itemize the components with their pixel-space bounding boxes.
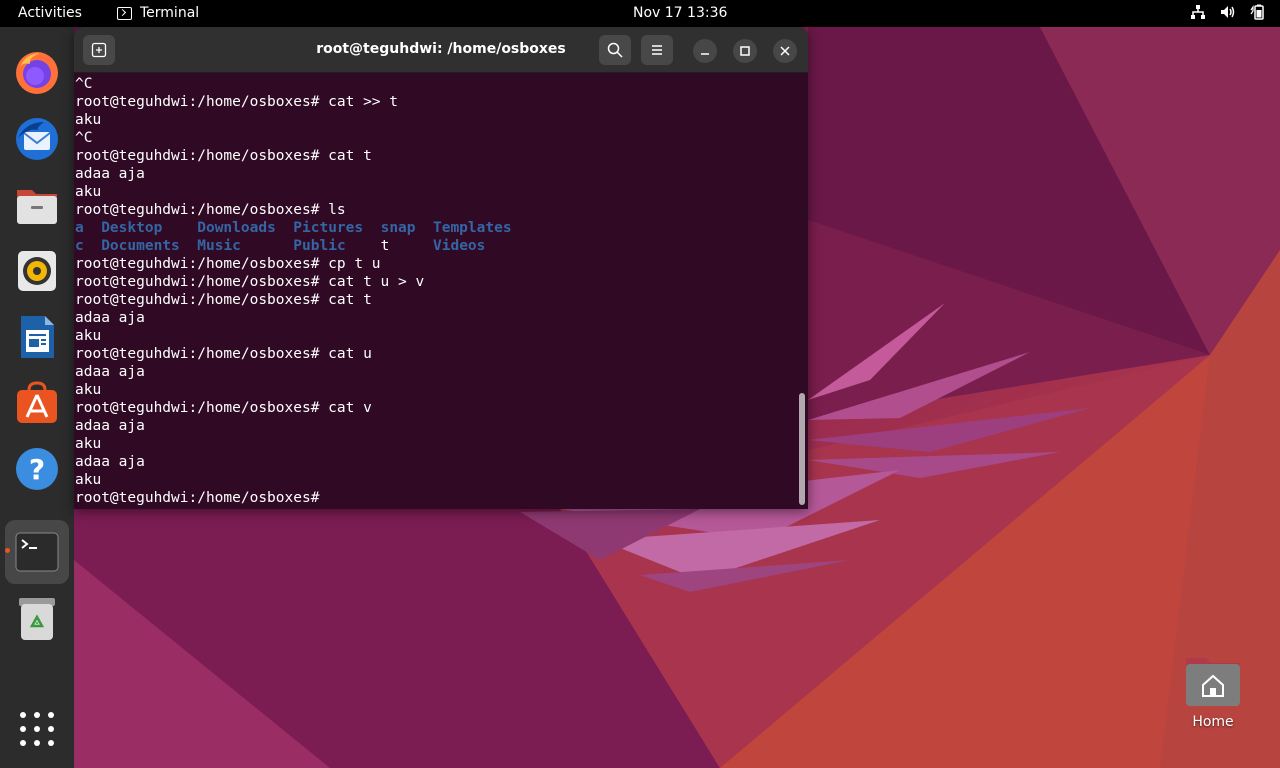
search-icon bbox=[607, 42, 623, 58]
dock: ? bbox=[0, 27, 74, 768]
files-icon[interactable] bbox=[14, 182, 60, 228]
maximize-button[interactable] bbox=[733, 39, 757, 63]
file-entry bbox=[180, 238, 197, 254]
search-button[interactable] bbox=[599, 35, 631, 65]
file-entry bbox=[162, 220, 197, 236]
thunderbird-icon[interactable] bbox=[14, 116, 60, 162]
app-menu[interactable]: Terminal bbox=[117, 5, 199, 21]
home-folder-desktop-icon[interactable]: Home bbox=[1176, 654, 1250, 740]
terminal-output-line: ^C bbox=[75, 130, 93, 146]
terminal-output-line: aku bbox=[75, 382, 102, 398]
help-icon[interactable]: ? bbox=[14, 446, 60, 492]
terminal-prompt-line: root@teguhdwi:/home/osboxes# cat v bbox=[75, 400, 372, 416]
directory-entry: Public bbox=[293, 238, 346, 254]
home-folder-icon bbox=[1186, 658, 1240, 706]
firefox-icon[interactable] bbox=[14, 50, 60, 96]
terminal-window: root@teguhdwi: /home/osboxes ^C root@teg… bbox=[74, 27, 808, 509]
terminal-small-icon bbox=[117, 6, 132, 20]
directory-entry: snap bbox=[380, 220, 416, 236]
terminal-prompt-line: root@teguhdwi:/home/osboxes# ls bbox=[75, 202, 346, 218]
directory-entry: Videos bbox=[433, 238, 486, 254]
file-entry bbox=[389, 238, 433, 254]
file-entry bbox=[416, 220, 433, 236]
directory-entry: Templates bbox=[432, 220, 512, 236]
system-tray[interactable] bbox=[1190, 4, 1266, 20]
terminal-output-line: adaa aja bbox=[75, 418, 145, 434]
directory-entry: Music bbox=[197, 238, 241, 254]
close-icon bbox=[780, 46, 790, 56]
show-apps-icon[interactable] bbox=[14, 706, 60, 752]
directory-entry: Pictures bbox=[293, 220, 364, 236]
file-entry bbox=[276, 220, 293, 236]
terminal-output-line: aku bbox=[75, 328, 102, 344]
home-folder-label: Home bbox=[1192, 714, 1234, 730]
network-icon bbox=[1191, 5, 1205, 19]
terminal-dock-item[interactable] bbox=[5, 520, 69, 584]
close-button[interactable] bbox=[773, 39, 797, 63]
volume-icon bbox=[1221, 6, 1235, 18]
app-menu-label: Terminal bbox=[140, 5, 200, 21]
new-tab-button[interactable] bbox=[83, 35, 115, 65]
window-header-bar[interactable]: root@teguhdwi: /home/osboxes bbox=[74, 27, 808, 73]
app-center-icon[interactable] bbox=[14, 380, 60, 426]
terminal-prompt-line: root@teguhdwi:/home/osboxes# cat t u > v bbox=[75, 274, 425, 290]
libreoffice-writer-icon[interactable] bbox=[14, 314, 60, 360]
terminal-output[interactable]: ^C root@teguhdwi:/home/osboxes# cat >> t a… bbox=[75, 75, 795, 507]
rhythmbox-icon[interactable] bbox=[14, 248, 60, 294]
terminal-output-line: adaa aja bbox=[75, 454, 145, 470]
trash-icon[interactable] bbox=[14, 596, 60, 642]
terminal-output-line: aku bbox=[75, 436, 102, 452]
terminal-prompt-line: root@teguhdwi:/home/osboxes# cp t u bbox=[75, 256, 381, 272]
battery-icon bbox=[1250, 4, 1264, 20]
top-bar: Activities Terminal Nov 17 13:36 bbox=[0, 0, 1280, 27]
directory-entry: Documents bbox=[101, 238, 180, 254]
directory-entry: c bbox=[75, 238, 84, 254]
terminal-prompt-line: root@teguhdwi:/home/osboxes# cat >> t bbox=[75, 94, 399, 110]
menu-button[interactable] bbox=[641, 35, 673, 65]
terminal-prompt-line: root@teguhdwi:/home/osboxes# cat t bbox=[75, 148, 372, 164]
ls-output-row: a Desktop Downloads Pictures snap Templa… bbox=[75, 219, 795, 237]
file-entry bbox=[84, 238, 101, 254]
terminal-prompt-line: root@teguhdwi:/home/osboxes# bbox=[75, 490, 329, 506]
terminal-output-line: adaa aja bbox=[75, 166, 145, 182]
terminal-output-line: ^C bbox=[75, 76, 93, 92]
maximize-icon bbox=[740, 46, 750, 56]
terminal-output-line: aku bbox=[75, 472, 102, 488]
directory-entry: Downloads bbox=[197, 220, 276, 236]
terminal-output-line: aku bbox=[75, 112, 102, 128]
directory-entry: Desktop bbox=[101, 220, 163, 236]
file-entry bbox=[346, 238, 381, 254]
terminal-prompt-line: root@teguhdwi:/home/osboxes# cat u bbox=[75, 346, 372, 362]
terminal-output-line: adaa aja bbox=[75, 310, 145, 326]
scrollbar[interactable] bbox=[799, 393, 805, 505]
terminal-icon bbox=[15, 532, 59, 572]
terminal-output-line: aku bbox=[75, 184, 102, 200]
svg-text:?: ? bbox=[29, 453, 45, 486]
file-entry bbox=[84, 220, 101, 236]
minimize-icon bbox=[701, 53, 709, 55]
terminal-prompt-line: root@teguhdwi:/home/osboxes# cat t bbox=[75, 292, 372, 308]
activities-button[interactable]: Activities bbox=[18, 5, 82, 21]
clock[interactable]: Nov 17 13:36 bbox=[633, 5, 727, 21]
hamburger-menu-icon bbox=[652, 45, 662, 55]
new-tab-icon bbox=[91, 42, 107, 58]
file-entry bbox=[241, 238, 293, 254]
ls-output-row: c Documents Music Public t Videos bbox=[75, 237, 795, 255]
minimize-button[interactable] bbox=[693, 39, 717, 63]
terminal-output-line: adaa aja bbox=[75, 364, 145, 380]
file-entry bbox=[363, 220, 380, 236]
running-indicator bbox=[5, 548, 10, 553]
directory-entry: a bbox=[75, 220, 84, 236]
